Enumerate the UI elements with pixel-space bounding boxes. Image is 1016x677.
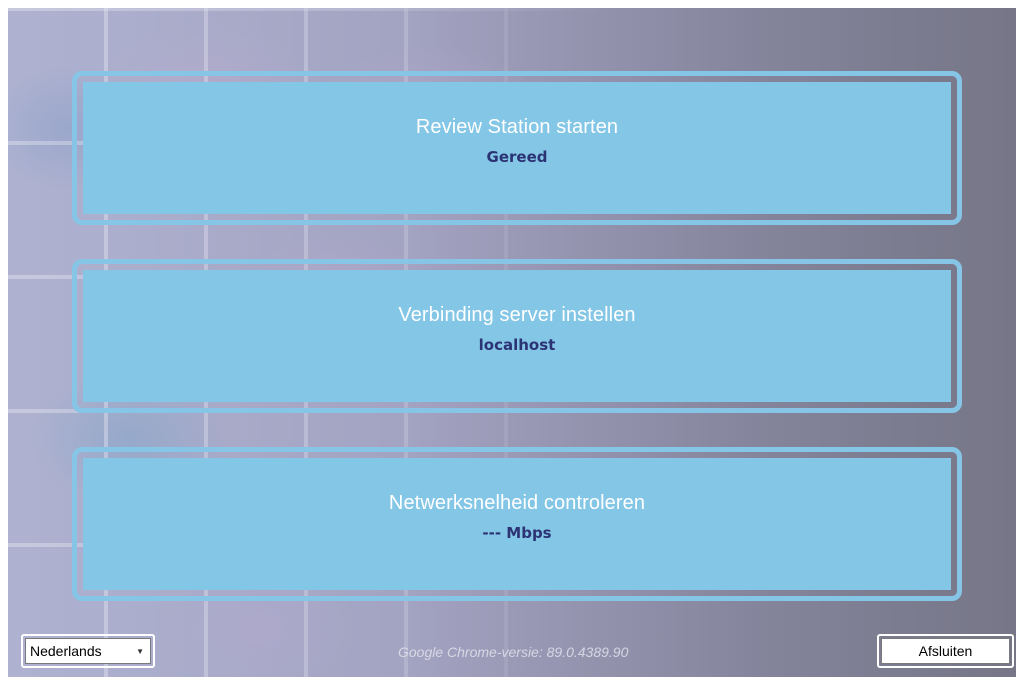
server-connection-tile[interactable]: Verbinding server instellen localhost (72, 259, 962, 413)
network-speed-tile[interactable]: Netwerksnelheid controleren --- Mbps (72, 447, 962, 601)
start-review-station-tile[interactable]: Review Station starten Gereed (72, 71, 962, 225)
language-selected: Nederlands (30, 643, 102, 659)
chevron-down-icon: ▼ (136, 646, 144, 656)
tile-title: Verbinding server instellen (398, 304, 636, 326)
tile-title: Review Station starten (415, 116, 619, 138)
language-select-box[interactable]: Nederlands ▼ (25, 638, 151, 664)
tile-body[interactable]: Review Station starten Gereed (83, 82, 951, 214)
tile-status: --- Mbps (482, 524, 552, 542)
quit-button-body[interactable]: Afsluiten (881, 638, 1010, 664)
tile-status: Gereed (486, 148, 548, 166)
quit-button[interactable]: Afsluiten (877, 634, 1014, 668)
language-select[interactable]: Nederlands ▼ (21, 634, 155, 668)
launcher-window: Review Station starten Gereed Verbinding… (8, 8, 1016, 677)
tile-status: localhost (478, 336, 556, 354)
tile-body[interactable]: Verbinding server instellen localhost (83, 270, 951, 402)
chrome-version-text: Google Chrome-versie: 89.0.4389.90 (398, 644, 629, 660)
tile-title: Netwerksnelheid controleren (388, 492, 646, 514)
tile-body[interactable]: Netwerksnelheid controleren --- Mbps (83, 458, 951, 590)
